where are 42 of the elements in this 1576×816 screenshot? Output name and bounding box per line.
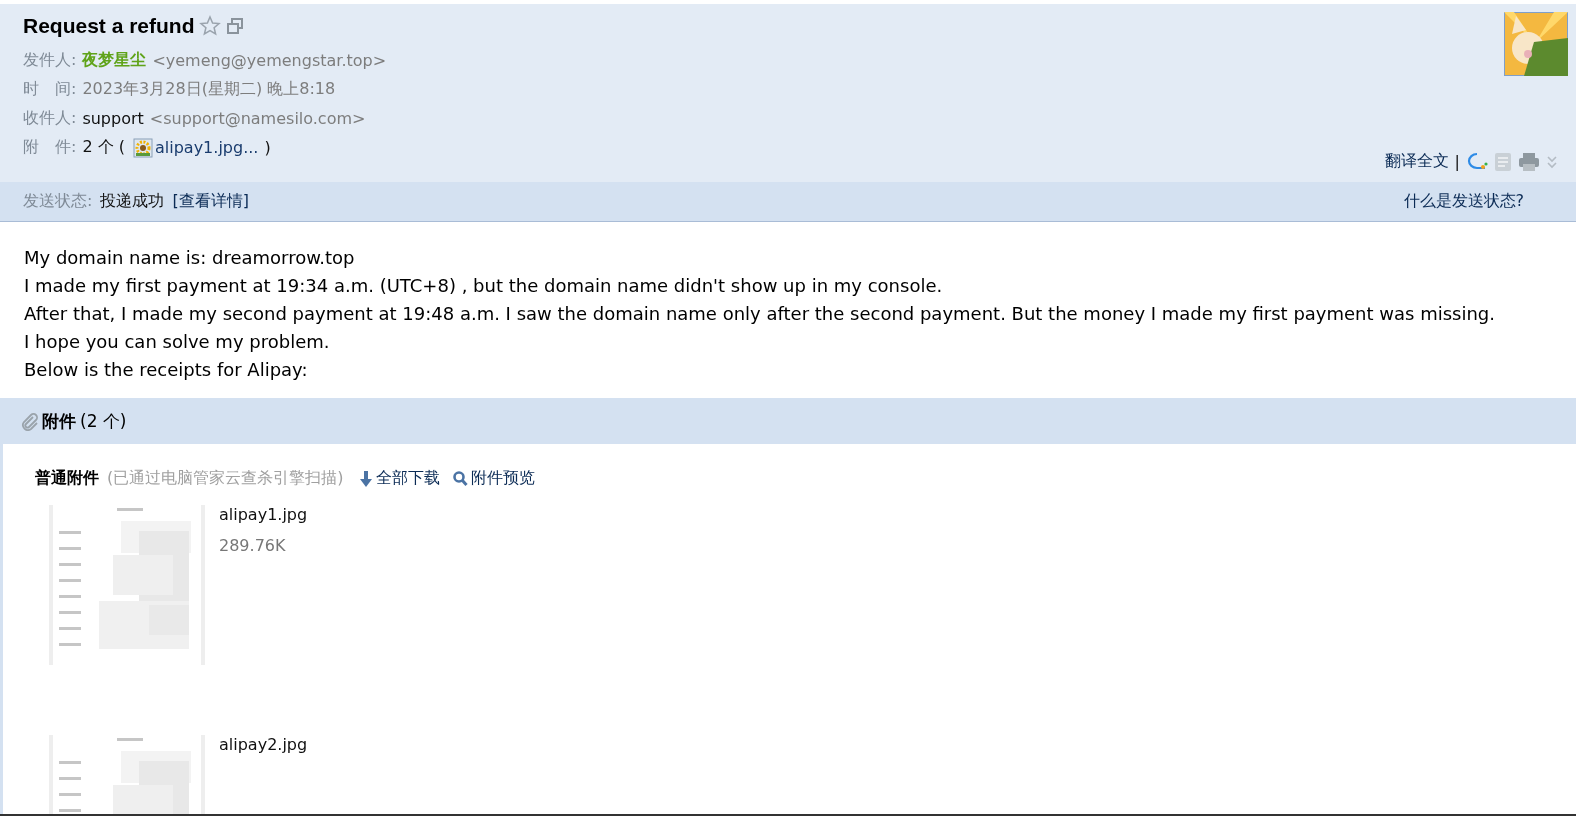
scan-note: (已通过电脑管家云查杀引擎扫描) [107,468,344,489]
translate-link[interactable]: 翻译全文 [1384,151,1449,172]
field-label: 发送状态: [23,191,93,212]
recipient-name[interactable]: support [82,109,144,128]
field-label: 附 件: [23,137,77,158]
expand-icon[interactable] [1546,154,1558,169]
attachment-link[interactable]: alipay1.jpg... [155,138,259,157]
email-address: <support@namesilo.com> [149,109,366,128]
image-file-icon[interactable] [133,137,153,158]
attachment-count: (2 个) [80,409,127,433]
paperclip-icon[interactable] [20,411,38,431]
body-text: Below is the receipts for Alipay: [24,358,309,382]
preview-link[interactable]: 附件预览 [452,468,536,489]
attachment-count: 2 个 ( [82,137,125,158]
section-title: 普通附件 [35,468,99,489]
print-icon[interactable] [1518,151,1540,172]
field-label: 时 间: [23,79,77,100]
file-name[interactable]: alipay1.jpg [219,505,308,524]
download-all-link[interactable]: 全部下载 [359,468,441,489]
email-address: <yemeng@yemengstar.top> [152,51,387,70]
new-window-icon[interactable] [224,16,245,36]
field-label: 发件人: [23,50,77,71]
body-text: After that, I made my second payment at 19:48 a.m. I saw the domain name only after the second payment. But the money I made my first payment was missing. [24,302,1496,326]
search-icon[interactable] [452,469,469,488]
separator: | [1454,152,1460,171]
details-link[interactable]: [查看详情] [172,191,249,212]
body-text: I hope you can solve my problem. [24,330,331,354]
help-link[interactable]: 什么是发送状态? [1403,191,1524,212]
field-label: 收件人: [23,108,77,129]
body-text: I made my first payment at 19:34 a.m. (UTC+8) , but the domain name didn't show up in my console. [24,274,944,298]
field-value: 2023年3月28日(星期二) 晚上8:18 [82,79,336,100]
file-size: 289.76K [219,536,287,555]
chat-icon[interactable] [1466,151,1488,172]
download-icon[interactable] [359,469,374,488]
section-title: 附件 [42,409,76,433]
file-name[interactable]: alipay2.jpg [219,735,308,754]
note-icon[interactable] [1494,151,1512,172]
paren-text: ) [264,138,271,157]
status-text: 投递成功 [100,191,165,212]
email-subject: Request a refund [23,14,195,38]
body-text: My domain name is: dreamorrow.top [24,246,356,270]
star-icon[interactable] [198,15,221,37]
